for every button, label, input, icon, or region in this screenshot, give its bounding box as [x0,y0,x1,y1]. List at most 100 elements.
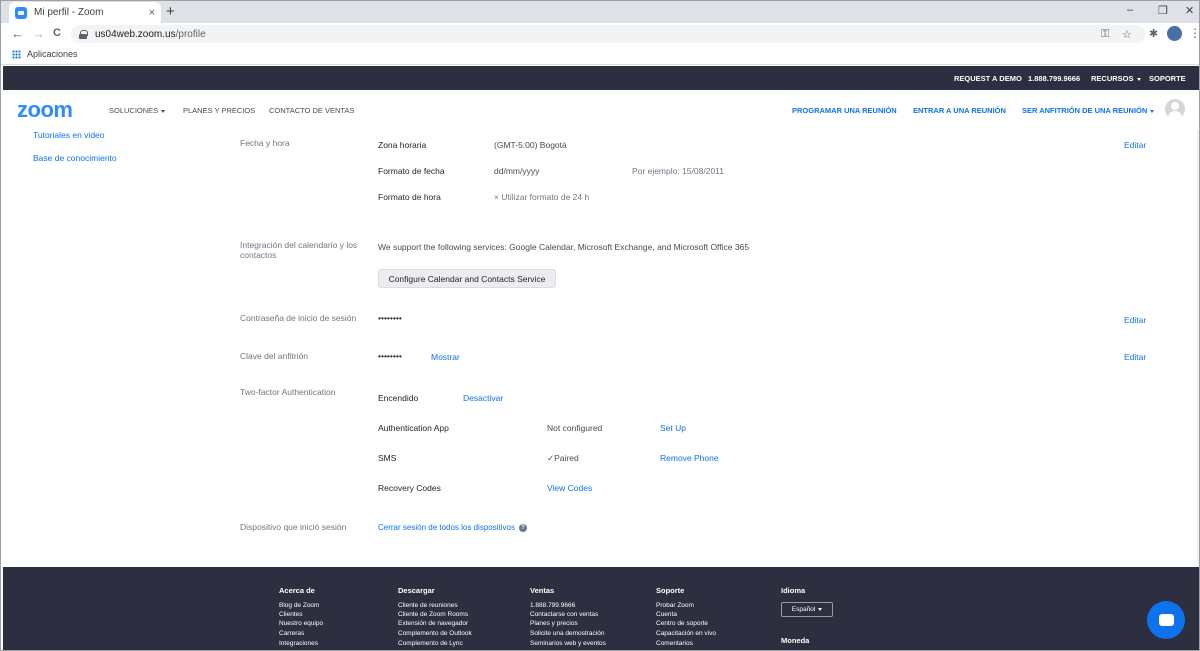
solutions-label: SOLUCIONES [109,106,159,115]
footer-link[interactable]: Comentarios [656,640,693,647]
support-link[interactable]: SOPORTE [1149,74,1186,83]
auth-app-status: Not configured [547,423,603,433]
host-meeting-label: SER ANFITRIÓN DE UNA REUNIÓN [1022,106,1148,115]
footer-link[interactable]: Blog de Zoom [279,602,319,609]
schedule-meeting-link[interactable]: PROGRAMAR UNA REUNIÓN [792,106,897,115]
plans-link[interactable]: PLANES Y PRECIOS [183,106,255,115]
resources-menu[interactable]: RECURSOS [1091,74,1141,83]
bookmark-star-icon[interactable]: ☆ [1122,28,1132,41]
sms-status: ✓Paired [547,453,579,463]
footer-link[interactable]: Clientes [279,611,302,618]
calendar-description: We support the following services: Googl… [378,242,750,252]
browser-menu-icon[interactable]: ⋮ [1189,26,1199,40]
device-section-label: Dispositivo que inició sesión [240,522,347,532]
browser-profile-avatar[interactable] [1167,26,1182,41]
footer-sales-title: Ventas [530,586,555,595]
footer-download-title: Descargar [398,586,435,595]
url-path: /profile [175,28,206,40]
user-avatar[interactable] [1165,99,1185,119]
bookmarks-bar: Aplicaciones [1,45,1199,65]
timezone-label: Zona horaria [378,140,427,150]
bookmark-apps[interactable]: Aplicaciones [27,49,78,59]
profile-content: Tutoriales en video Base de conocimiento… [3,130,1197,567]
footer-link[interactable]: Extensión de navegador [398,620,468,627]
footer-link[interactable]: Nuestro equipo [279,620,323,627]
url-host: us04web.zoom.us [95,28,176,40]
request-demo-link[interactable]: REQUEST A DEMO [954,74,1022,83]
footer-link[interactable]: Seminarios web y eventos [530,640,606,647]
language-select[interactable]: Español [781,602,833,617]
time-format-label: Formato de hora [378,192,441,202]
tab-title: Mi perfil - Zoom [34,7,104,18]
address-bar[interactable]: us04web.zoom.us /profile ⚿ ☆ [71,25,1145,43]
zoom-topbar: REQUEST A DEMO 1.888.799.9666 RECURSOS S… [3,66,1199,90]
edit-date-time-link[interactable]: Editar [1124,140,1146,150]
sidebar-item-knowledge-base[interactable]: Base de conocimiento [33,153,117,163]
edit-password-link[interactable]: Editar [1124,315,1146,325]
sidebar-item-tutorials[interactable]: Tutoriales en video [33,130,105,140]
auth-app-label: Authentication App [378,423,449,433]
footer-link[interactable]: Integraciones [279,640,318,647]
sign-out-all-devices-link[interactable]: Cerrar sesión de todos los dispositivos [378,523,515,532]
minimize-icon[interactable]: – [1127,4,1133,16]
remove-phone-link[interactable]: Remove Phone [660,453,719,463]
language-value: Español [791,606,816,613]
restore-icon[interactable]: ❐ [1158,4,1168,17]
footer-link[interactable]: Planes y precios [530,620,578,627]
footer-link[interactable]: Probar Zoom [656,602,694,609]
date-time-section-label: Fecha y hora [240,138,290,148]
join-meeting-link[interactable]: ENTRAR A UNA REUNIÓN [913,106,1006,115]
time-format-value: × Utilizar formato de 24 h [494,192,590,202]
chat-bubble-icon[interactable] [1147,601,1185,639]
setup-auth-app-link[interactable]: Set Up [660,423,686,433]
date-format-label: Formato de fecha [378,166,445,176]
footer-link[interactable]: Contactarse con ventas [530,611,598,618]
extensions-icon[interactable]: ✱ [1149,27,1158,40]
configure-calendar-button[interactable]: Configure Calendar and Contacts Service [378,269,556,288]
footer-link[interactable]: Solicite una demostración [530,630,604,637]
edit-host-key-link[interactable]: Editar [1124,352,1146,362]
close-window-icon[interactable]: ✕ [1185,4,1194,17]
zoom-favicon-icon [15,6,27,19]
lock-icon [79,29,88,39]
host-key-masked-value: •••••••• [378,351,402,361]
footer-link[interactable]: Cuenta [656,611,677,618]
tab-close-icon[interactable]: × [149,7,155,19]
footer-link[interactable]: Cliente de reuniones [398,602,458,609]
calendar-section-label: Integración del calendario y los contact… [240,240,358,260]
resources-label: RECURSOS [1091,74,1134,83]
phone-link[interactable]: 1.888.799.9666 [1028,74,1080,83]
browser-toolbar: ← → C us04web.zoom.us /profile ⚿ ☆ ✱ ⋮ [1,23,1199,45]
footer-link[interactable]: 1.888.799.9666 [530,602,575,609]
footer-about-title: Acerca de [279,586,315,595]
footer-link[interactable]: Centro de soporte [656,620,708,627]
browser-window: Mi perfil - Zoom × + – ❐ ✕ ← → C us04web… [0,0,1200,651]
chevron-down-icon [1150,109,1155,113]
help-icon[interactable]: ? [519,524,527,532]
reload-icon[interactable]: C [53,27,61,39]
disable-two-factor-link[interactable]: Desactivar [463,393,503,403]
key-icon[interactable]: ⚿ [1101,28,1109,41]
show-host-key-link[interactable]: Mostrar [431,352,460,362]
two-factor-status: Encendido [378,393,419,403]
contact-sales-link[interactable]: CONTACTO DE VENTAS [269,106,354,115]
footer-link[interactable]: Complemento de Lync [398,640,463,647]
back-icon[interactable]: ← [11,26,24,41]
zoom-logo[interactable]: zoom [17,97,73,123]
footer-link[interactable]: Capacitación en vivo [656,630,716,637]
forward-icon[interactable]: → [32,26,45,41]
host-key-section-label: Clave del anfitrión [240,351,309,361]
footer-link[interactable]: Complemento de Outlook [398,630,472,637]
browser-tab[interactable]: Mi perfil - Zoom × [9,2,161,23]
main-nav: zoom SOLUCIONES PLANES Y PRECIOS CONTACT… [3,90,1199,130]
recovery-codes-label: Recovery Codes [378,483,441,493]
view-codes-link[interactable]: View Codes [547,483,592,493]
new-tab-button[interactable]: + [166,3,175,20]
solutions-menu[interactable]: SOLUCIONES [109,106,166,115]
timezone-value: (GMT-5:00) Bogotá [494,140,567,150]
date-format-example: Por ejemplo: 15/08/2011 [632,166,724,176]
apps-grid-icon[interactable] [12,50,21,59]
footer-link[interactable]: Cliente de Zoom Rooms [398,611,468,618]
footer-link[interactable]: Carreras [279,630,304,637]
host-meeting-menu[interactable]: SER ANFITRIÓN DE UNA REUNIÓN [1022,106,1155,115]
